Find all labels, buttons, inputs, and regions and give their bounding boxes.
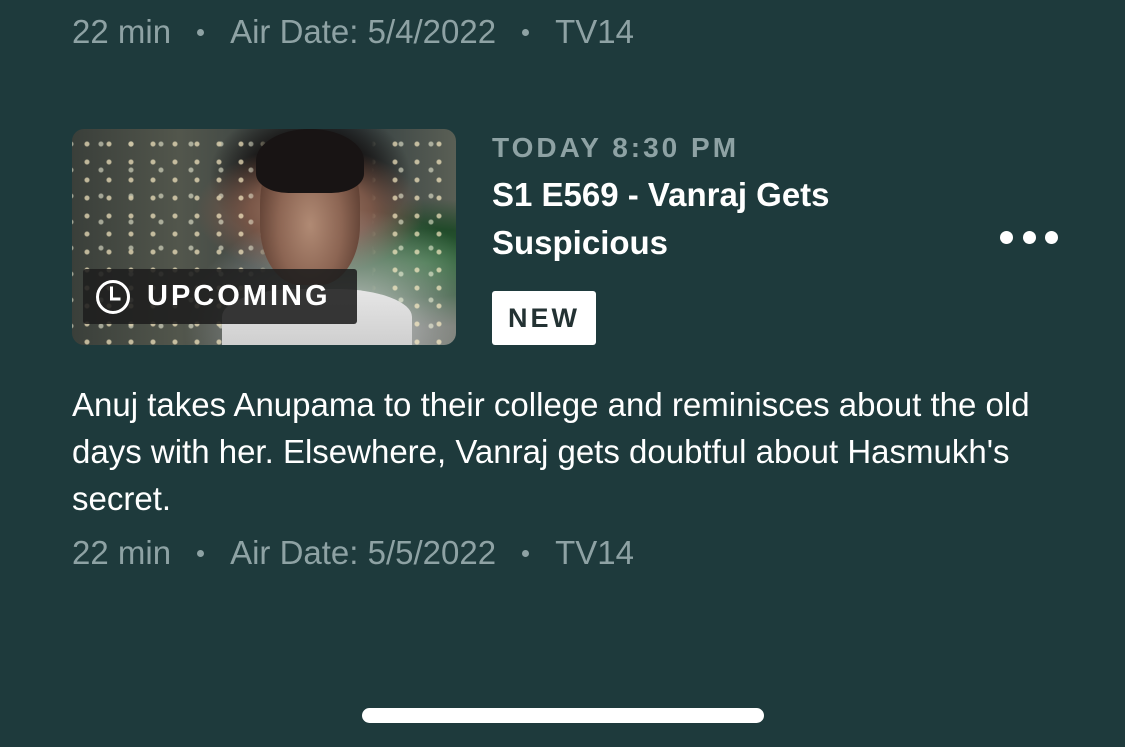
upcoming-label: UPCOMING	[147, 280, 331, 312]
episode-duration: 22 min	[72, 534, 172, 571]
episode-rating: TV14	[555, 534, 634, 571]
thumbnail-figure-hair	[256, 129, 364, 193]
separator-dot	[197, 28, 205, 36]
upcoming-badge: UPCOMING	[83, 269, 357, 324]
separator-dot	[522, 28, 530, 36]
more-options-button[interactable]	[996, 222, 1062, 252]
clock-icon	[96, 279, 130, 314]
separator-dot	[197, 549, 205, 557]
more-options-icon	[1022, 230, 1036, 244]
new-badge: NEW	[492, 291, 596, 345]
home-indicator[interactable]	[362, 708, 764, 723]
episode-description: Anuj takes Anupama to their college and …	[72, 386, 1030, 517]
previous-episode-meta: 22 min Air Date: 5/4/2022 TV14	[72, 12, 634, 52]
air-time: TODAY 8:30 PM	[492, 132, 740, 163]
more-options-icon	[1000, 230, 1013, 244]
more-options-icon	[1045, 230, 1058, 244]
previous-episode-duration: 22 min	[72, 13, 172, 50]
previous-episode-air-date: Air Date: 5/4/2022	[230, 13, 497, 50]
previous-episode-rating: TV14	[555, 13, 634, 50]
separator-dot	[522, 549, 530, 557]
episode-air-date: Air Date: 5/5/2022	[230, 534, 497, 571]
episode-meta: 22 min Air Date: 5/5/2022 TV14	[72, 533, 634, 573]
episode-title[interactable]: S1 E569 - Vanraj Gets Suspicious	[492, 171, 932, 267]
episode-thumbnail[interactable]: UPCOMING	[72, 129, 456, 345]
